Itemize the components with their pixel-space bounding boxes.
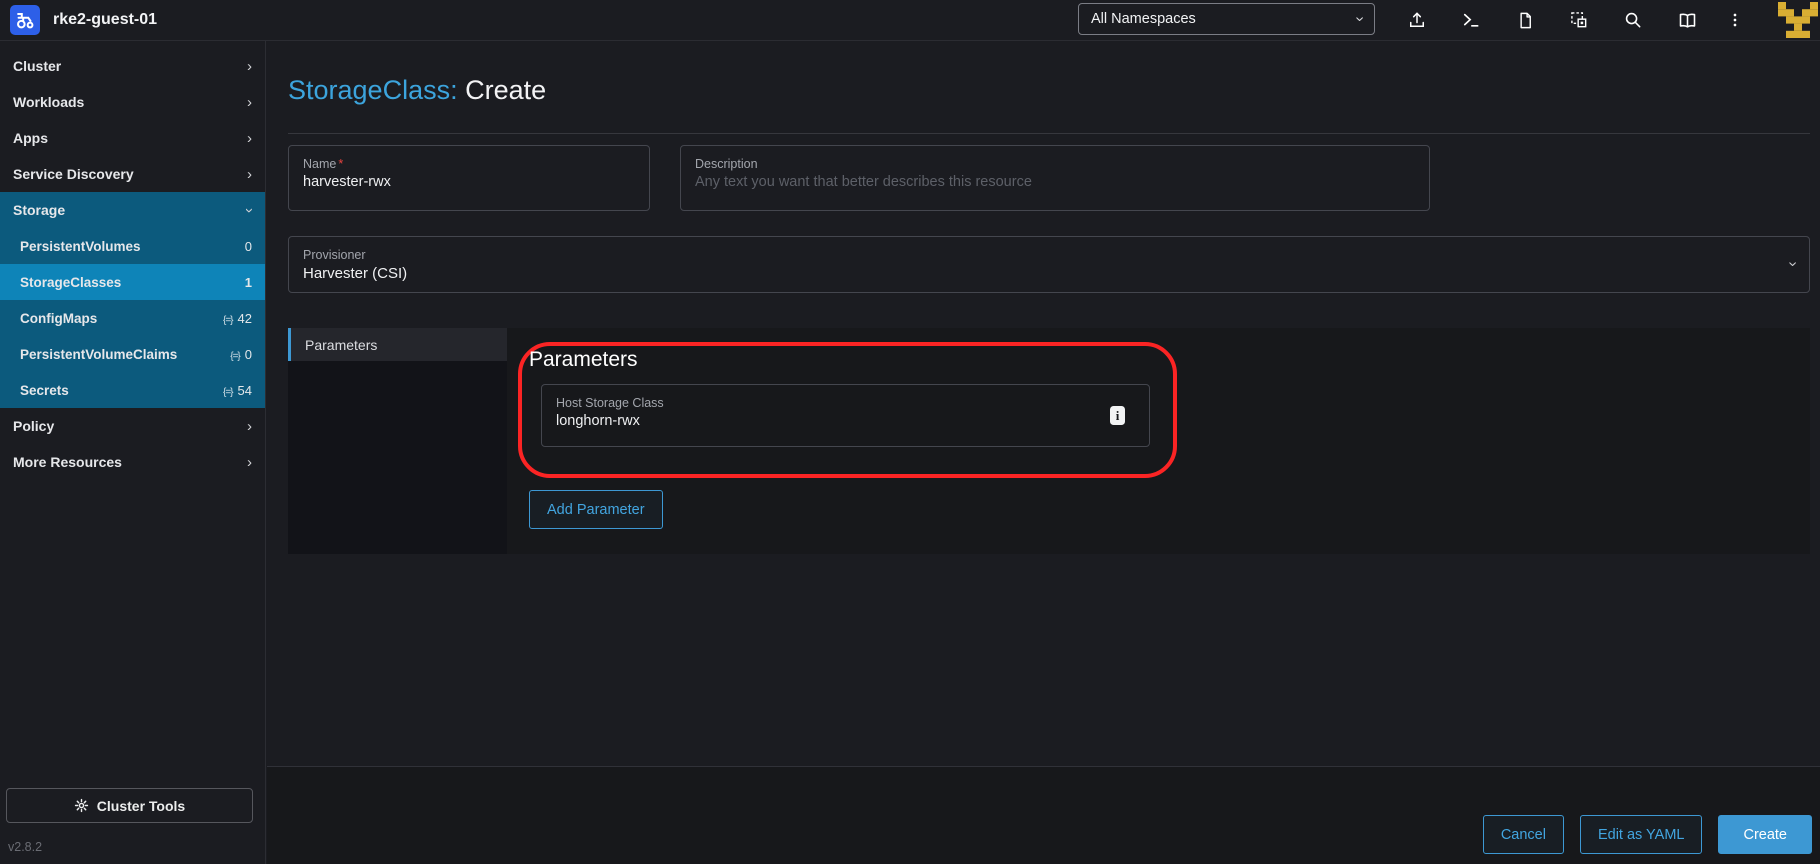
sidebar-item-label: StorageClasses (20, 275, 121, 290)
chevron-right-icon: › (247, 130, 252, 147)
sidebar-item-label: Apps (13, 130, 48, 146)
provisioner-value: Harvester (CSI) (303, 265, 1795, 282)
description-input[interactable] (695, 174, 1403, 190)
provisioner-label: Provisioner (303, 248, 1795, 262)
resource-count: 0 (245, 347, 252, 362)
footer-actions: Cancel Edit as YAML Create (1483, 815, 1812, 854)
sidebar-item-label: PersistentVolumes (20, 239, 141, 254)
sidebar: Cluster › Workloads › Apps › Service Dis… (0, 41, 266, 864)
tab-list: Parameters (288, 328, 507, 554)
sidebar-item-service-discovery[interactable]: Service Discovery › (0, 156, 265, 192)
header: rke2-guest-01 All Namespaces › (0, 0, 1820, 41)
tabbed-section: Parameters Parameters Host Storage Class… (288, 328, 1810, 554)
page-title: StorageClass: Create (288, 75, 546, 106)
copy-snapshot-button[interactable] (1552, 0, 1606, 40)
sidebar-item-workloads[interactable]: Workloads › (0, 84, 265, 120)
kubeconfig-file-button[interactable] (1498, 0, 1552, 40)
tab-parameters[interactable]: Parameters (288, 328, 507, 361)
sidebar-item-storageclasses[interactable]: StorageClasses 1 (0, 264, 265, 300)
chevron-right-icon: › (247, 94, 252, 111)
sidebar-item-label: PersistentVolumeClaims (20, 347, 177, 362)
sidebar-item-label: Storage (13, 202, 65, 218)
name-field-label: Name (303, 157, 336, 171)
app-root: rke2-guest-01 All Namespaces › (0, 0, 1820, 864)
header-actions (1390, 0, 1756, 40)
chevron-down-icon: › (1783, 261, 1801, 266)
name-input[interactable] (303, 174, 623, 190)
host-storage-class-input[interactable] (556, 413, 1123, 429)
sidebar-item-secrets[interactable]: Secrets {=} 54 (0, 372, 265, 408)
sidebar-item-storage[interactable]: Storage › (0, 192, 265, 228)
main-content: StorageClass: Create Name* Description P… (267, 41, 1820, 864)
sidebar-item-label: ConfigMaps (20, 311, 97, 326)
version-label: v2.8.2 (8, 840, 42, 854)
avatar-identicon (1778, 2, 1818, 38)
chevron-down-icon: › (241, 208, 258, 213)
edit-as-yaml-button[interactable]: Edit as YAML (1580, 815, 1703, 854)
resource-count: 1 (245, 275, 252, 290)
sidebar-item-label: More Resources (13, 454, 122, 470)
sidebar-item-label: Secrets (20, 383, 69, 398)
chevron-right-icon: › (247, 454, 252, 471)
host-storage-class-label: Host Storage Class (556, 396, 1135, 410)
docs-button[interactable] (1660, 0, 1714, 40)
resource-count: 42 (238, 311, 252, 326)
chevron-right-icon: › (247, 418, 252, 435)
namespace-filter-badge-icon: {=} (223, 315, 233, 326)
sidebar-item-label: Policy (13, 418, 54, 434)
sidebar-item-policy[interactable]: Policy › (0, 408, 265, 444)
host-storage-class-field: Host Storage Class i (541, 384, 1150, 447)
namespace-filter-badge-icon: {=} (230, 351, 240, 362)
sidebar-item-apps[interactable]: Apps › (0, 120, 265, 156)
chevron-down-icon: › (1350, 16, 1368, 21)
cluster-tools-button[interactable]: Cluster Tools (6, 788, 253, 823)
cluster-tools-label: Cluster Tools (97, 798, 185, 814)
kebab-menu-icon (1727, 11, 1743, 29)
avatar[interactable] (1776, 0, 1820, 40)
title-divider (288, 133, 1810, 134)
resource-count: 0 (245, 239, 252, 254)
namespace-selector[interactable]: All Namespaces › (1078, 3, 1375, 35)
kebab-menu-button[interactable] (1714, 0, 1756, 40)
docs-book-icon (1677, 10, 1698, 31)
page-title-action: Create (465, 75, 546, 105)
namespace-filter-badge-icon: {=} (223, 387, 233, 398)
sidebar-item-persistentvolumes[interactable]: PersistentVolumes 0 (0, 228, 265, 264)
description-field-label: Description (695, 157, 1415, 171)
resource-count: 54 (238, 383, 252, 398)
gear-icon (74, 798, 89, 813)
sidebar-group-storage: Storage › PersistentVolumes 0 StorageCla… (0, 192, 265, 408)
parameters-panel: Parameters Host Storage Class i Add Para… (507, 328, 1810, 554)
sidebar-item-more-resources[interactable]: More Resources › (0, 444, 265, 480)
sidebar-item-label: Service Discovery (13, 166, 134, 182)
cluster-name: rke2-guest-01 (53, 11, 157, 29)
sidebar-item-cluster[interactable]: Cluster › (0, 48, 265, 84)
provisioner-select[interactable]: Provisioner Harvester (CSI) › (288, 236, 1810, 293)
sidebar-item-label: Workloads (13, 94, 84, 110)
snapshot-icon (1569, 10, 1589, 30)
upload-icon (1407, 10, 1427, 30)
name-field: Name* (288, 145, 650, 211)
sidebar-item-persistentvolumeclaims[interactable]: PersistentVolumeClaims {=} 0 (0, 336, 265, 372)
import-yaml-button[interactable] (1390, 0, 1444, 40)
sidebar-item-configmaps[interactable]: ConfigMaps {=} 42 (0, 300, 265, 336)
chevron-right-icon: › (247, 166, 252, 183)
sidebar-item-label: Cluster (13, 58, 61, 74)
info-icon[interactable]: i (1110, 406, 1125, 425)
create-button[interactable]: Create (1718, 815, 1812, 854)
cancel-button[interactable]: Cancel (1483, 815, 1564, 854)
search-button[interactable] (1606, 0, 1660, 40)
rancher-logo-icon[interactable] (10, 5, 40, 35)
kubectl-shell-button[interactable] (1444, 0, 1498, 40)
page-title-resource: StorageClass: (288, 75, 458, 105)
file-icon (1516, 11, 1535, 30)
add-parameter-button[interactable]: Add Parameter (529, 490, 663, 529)
namespace-selector-value: All Namespaces (1091, 11, 1196, 27)
chevron-right-icon: › (247, 58, 252, 75)
required-asterisk: * (338, 157, 343, 171)
description-field: Description (680, 145, 1430, 211)
shell-icon (1461, 10, 1481, 30)
parameters-heading: Parameters (529, 348, 638, 372)
search-icon (1623, 10, 1643, 30)
